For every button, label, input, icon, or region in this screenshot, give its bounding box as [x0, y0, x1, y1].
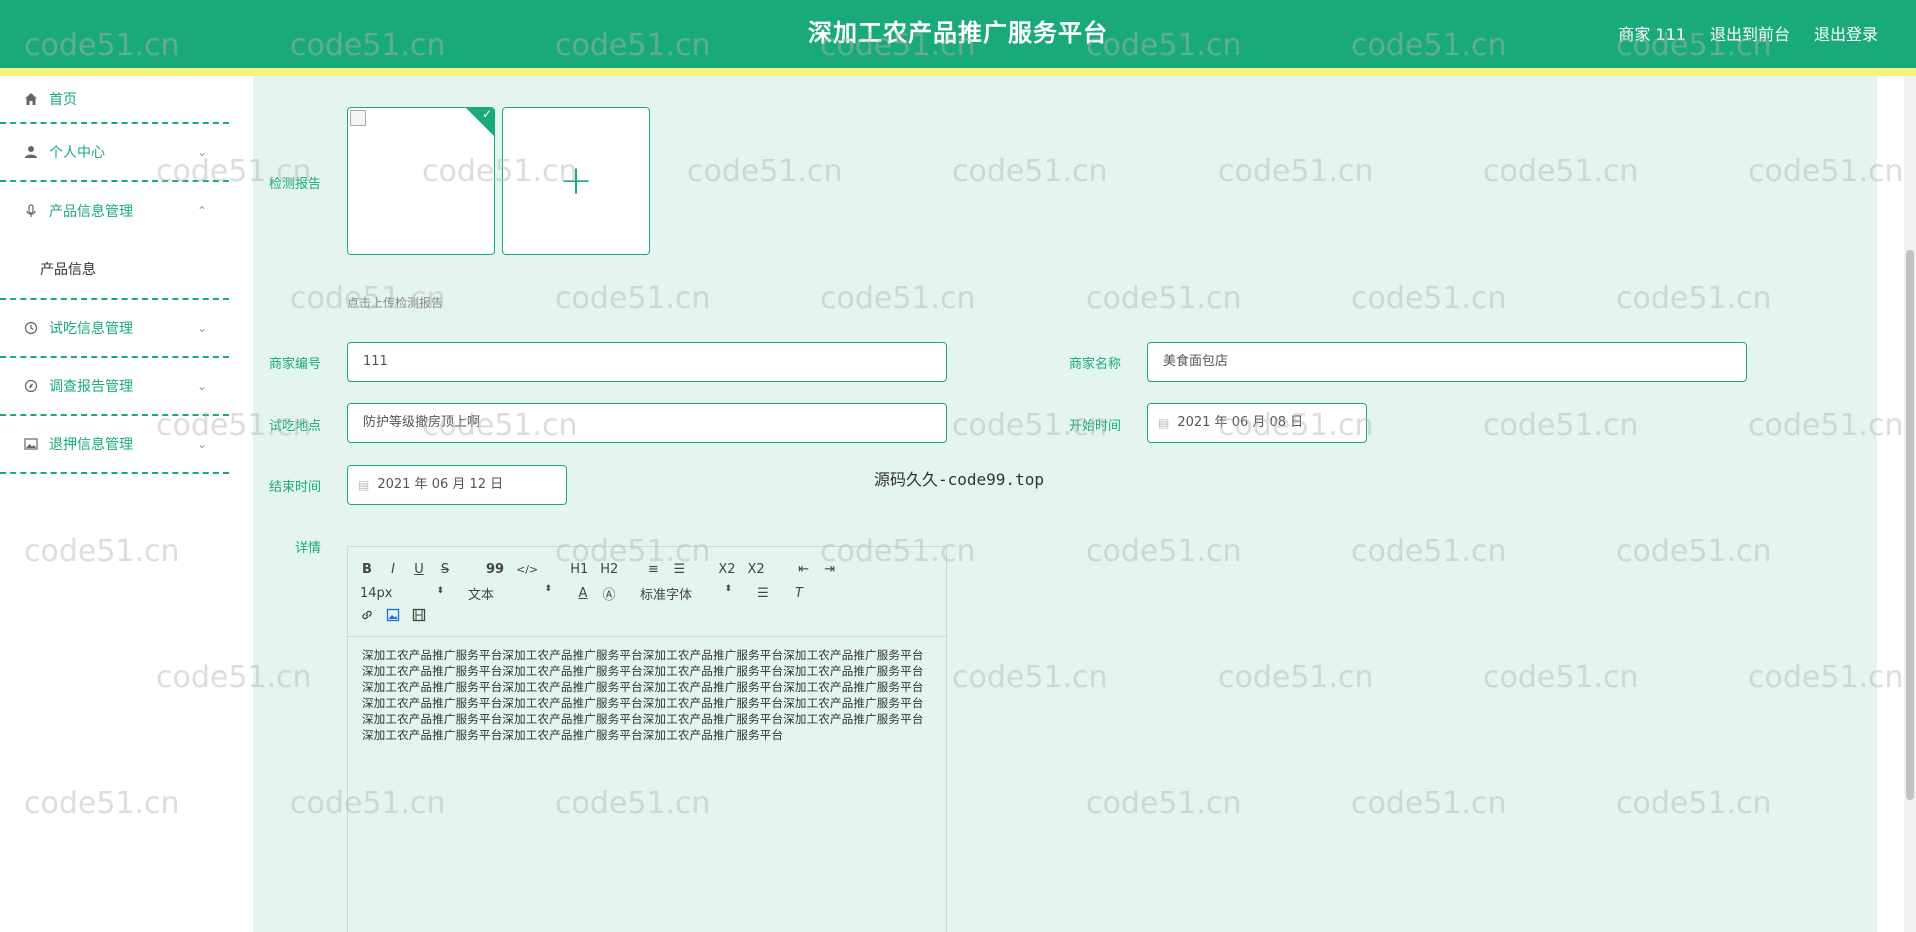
start-time-label: 开始时间 — [1068, 419, 1121, 434]
video-icon[interactable] — [412, 608, 426, 626]
clock-icon — [24, 321, 40, 335]
font-family-select[interactable]: 标准字体 ⬍ — [640, 584, 732, 603]
chevron-down-icon: ⌄ — [196, 145, 207, 159]
select-caret-icon: ⬍ — [436, 585, 444, 596]
chevron-down-icon: ⌄ — [196, 437, 207, 451]
tasting-place-label: 试吃地点 — [268, 419, 321, 434]
background-color-icon[interactable]: Ⓐ — [602, 584, 616, 603]
user-icon — [24, 145, 40, 159]
report-label: 检测报告 — [268, 177, 321, 192]
calendar-icon: ▤ — [358, 478, 370, 492]
strike-button[interactable]: S — [438, 562, 452, 577]
sidebar-item-refund-management[interactable]: 退押信息管理 ⌄ — [0, 416, 229, 474]
sidebar-item-label: 个人中心 — [49, 145, 105, 161]
outdent-button[interactable]: ⇤ — [797, 562, 811, 577]
sidebar-item-label: 试吃信息管理 — [49, 321, 133, 337]
superscript-button[interactable]: X2 — [748, 562, 765, 577]
bullet-list-button[interactable]: ☰ — [672, 562, 686, 577]
link-icon[interactable] — [360, 608, 374, 626]
merchant-name-label: 商家名称 — [1068, 357, 1121, 372]
sidebar-item-label: 调查报告管理 — [49, 379, 133, 395]
bold-button[interactable]: B — [360, 562, 374, 577]
sidebar-item-label: 退押信息管理 — [49, 437, 133, 453]
text-color-icon[interactable]: A — [576, 586, 590, 601]
merchant-no-label: 商家编号 — [268, 357, 321, 372]
font-size-select[interactable]: 14px ⬍ — [360, 586, 444, 601]
select-caret-icon: ⬍ — [544, 583, 552, 594]
detail-label: 详情 — [294, 541, 321, 556]
clear-format-icon[interactable]: T — [792, 586, 806, 601]
chevron-down-icon: ⌄ — [196, 379, 207, 393]
sidebar-item-product-management[interactable]: 产品信息管理 ⌃ — [0, 182, 229, 240]
italic-button[interactable]: I — [386, 562, 400, 577]
select-caret-icon: ⬍ — [724, 583, 732, 594]
picture-icon — [24, 437, 40, 451]
toolbar-row-3 — [360, 605, 934, 629]
sidebar-item-survey-management[interactable]: 调查报告管理 ⌄ — [0, 358, 229, 416]
start-date-value: 2021 年 06 月 08 日 — [1177, 415, 1304, 430]
end-date-picker[interactable]: ▤ 2021 年 06 月 12 日 — [347, 465, 567, 505]
check-icon: ✓ — [481, 107, 492, 121]
start-date-picker[interactable]: ▤ 2021 年 06 月 08 日 — [1147, 403, 1367, 443]
blockquote-button[interactable]: 99 — [486, 562, 504, 577]
uploaded-report-image[interactable]: ✓ — [347, 107, 495, 255]
header-actions: 商家 111 退出到前台 退出登录 — [1594, 0, 1878, 66]
header-type-select[interactable]: 文本 ⬍ — [468, 584, 552, 603]
toolbar-row-2: 14px ⬍ 文本 ⬍ A Ⓐ 标准字体 ⬍ ☰ T — [360, 581, 934, 605]
sidebar-item-tasting-management[interactable]: 试吃信息管理 ⌄ — [0, 300, 229, 358]
underline-button[interactable]: U — [412, 562, 426, 577]
end-date-value: 2021 年 06 月 12 日 — [377, 477, 504, 492]
tasting-place-input[interactable]: 防护等级撤房顶上啊 — [347, 403, 947, 443]
sidebar-subitem-product-info[interactable]: 产品信息 — [0, 240, 229, 300]
sidebar-item-personal-center[interactable]: 个人中心 ⌄ — [0, 124, 229, 182]
upload-report-button[interactable]: + — [502, 107, 650, 255]
sidebar-subitem-label: 产品信息 — [40, 262, 96, 278]
editor-content[interactable]: 深加工农产品推广服务平台深加工农产品推广服务平台深加工农产品推广服务平台深加工农… — [348, 637, 946, 753]
sidebar: 首页 个人中心 ⌄ 产品信息管理 ⌃ 产品信息 试吃信息管理 ⌄ 调查报告管理 … — [0, 76, 229, 932]
center-note: 源码久久-code99.top — [874, 470, 1044, 489]
align-icon[interactable]: ☰ — [756, 586, 770, 601]
compass-icon — [24, 379, 40, 393]
subscript-button[interactable]: X2 — [718, 562, 735, 577]
rich-text-editor: B I U S 99 </> H1 H2 ≡ ☰ X2 X2 ⇤ ⇥ 14px … — [347, 546, 947, 932]
end-time-label: 结束时间 — [268, 480, 321, 495]
merchant-no-input[interactable]: 111 — [347, 342, 947, 382]
merchant-name-input[interactable]: 美食面包店 — [1147, 342, 1747, 382]
sidebar-item-label: 首页 — [49, 92, 77, 108]
main-content: 检测报告 ✓ + 点击上传检测报告 商家编号 111 商家名称 美食面包店 试吃… — [229, 76, 1916, 932]
sidebar-item-label: 产品信息管理 — [49, 204, 133, 220]
upload-tip: 点击上传检测报告 — [347, 296, 444, 310]
logout-link[interactable]: 退出登录 — [1814, 21, 1878, 45]
chevron-up-icon: ⌃ — [196, 204, 207, 218]
form-card: 检测报告 ✓ + 点击上传检测报告 商家编号 111 商家名称 美食面包店 试吃… — [253, 76, 1877, 932]
heading1-button[interactable]: H1 — [570, 562, 588, 577]
sidebar-item-home[interactable]: 首页 — [0, 76, 229, 124]
image-icon[interactable] — [386, 608, 400, 626]
code-block-button[interactable]: </> — [516, 563, 538, 576]
exit-to-front-link[interactable]: 退出到前台 — [1710, 21, 1790, 45]
broken-image-icon — [350, 110, 366, 126]
heading2-button[interactable]: H2 — [600, 562, 618, 577]
toolbar-row-1: B I U S 99 </> H1 H2 ≡ ☰ X2 X2 ⇤ ⇥ — [360, 557, 934, 581]
scrollbar-thumb[interactable] — [1906, 250, 1914, 800]
indent-button[interactable]: ⇥ — [823, 562, 837, 577]
chevron-down-icon: ⌄ — [196, 321, 207, 335]
ordered-list-button[interactable]: ≡ — [646, 562, 660, 577]
current-user: 商家 111 — [1618, 25, 1686, 44]
home-icon — [24, 92, 40, 106]
header-type-value: 文本 — [468, 587, 495, 603]
font-family-value: 标准字体 — [640, 587, 693, 603]
header-stripe — [0, 68, 1916, 76]
plus-icon: + — [559, 158, 593, 204]
calendar-icon: ▤ — [1158, 416, 1170, 430]
font-size-value: 14px — [360, 585, 393, 601]
microphone-icon — [24, 204, 40, 218]
editor-toolbar: B I U S 99 </> H1 H2 ≡ ☰ X2 X2 ⇤ ⇥ 14px … — [348, 547, 946, 637]
